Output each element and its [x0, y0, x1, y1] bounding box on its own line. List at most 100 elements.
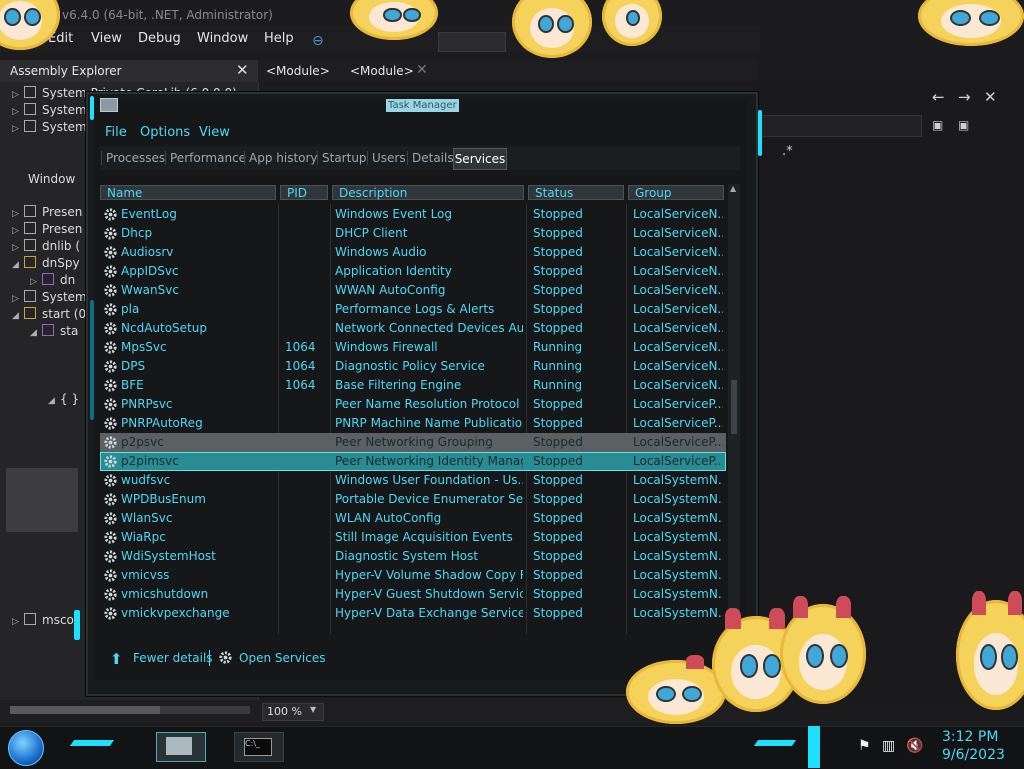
- column-header-group[interactable]: Group: [628, 185, 724, 200]
- open-services-link[interactable]: Open Services: [239, 651, 325, 665]
- tab-module-2[interactable]: <Module>: [350, 64, 414, 78]
- service-group: LocalServiceN...: [633, 378, 723, 392]
- table-row[interactable]: WlanSvc WLAN AutoConfig Stopped LocalSystem…: [100, 509, 726, 528]
- menu-debug[interactable]: Debug: [138, 31, 181, 46]
- start-orb-icon[interactable]: [8, 730, 44, 766]
- table-row[interactable]: Dhcp DHCP Client Stopped LocalServiceN...: [100, 224, 726, 243]
- service-description: Peer Networking Identity Manager: [335, 454, 523, 468]
- scroll-up-icon[interactable]: ▲: [730, 184, 736, 193]
- tree-item[interactable]: ▷ Presen: [12, 203, 82, 221]
- tree-item[interactable]: ▷ System: [12, 101, 87, 119]
- table-row[interactable]: Audiosrv Windows Audio Stopped LocalService…: [100, 243, 726, 262]
- service-gear-icon: [104, 474, 117, 487]
- service-group: LocalSystemN...: [633, 492, 723, 506]
- tree-item[interactable]: ▷ System: [12, 288, 87, 306]
- table-row[interactable]: PNRPAutoReg PNRP Machine Name Publicatio.…: [100, 414, 726, 433]
- table-row[interactable]: vmicshutdown Hyper-V Guest Shutdown Servi…: [100, 585, 726, 604]
- tree-item[interactable]: ▷ Presen: [12, 220, 82, 238]
- show-desktop-button[interactable]: [808, 726, 820, 768]
- computer-icon: [166, 737, 192, 755]
- tree-item[interactable]: ▷ System: [12, 118, 87, 136]
- services-table-header: Name PID Description Status Group: [100, 184, 726, 202]
- tab-processes[interactable]: Processes: [101, 151, 165, 165]
- match-case-icon[interactable]: ▣: [932, 118, 943, 132]
- flag-icon[interactable]: ⚑: [858, 738, 871, 754]
- table-row[interactable]: EventLog Windows Event Log Stopped LocalSer…: [100, 205, 726, 224]
- tree-item[interactable]: ◢{ }: [48, 390, 79, 408]
- tree-item[interactable]: ◢ dnSpy: [12, 254, 80, 272]
- tab-users[interactable]: Users: [367, 151, 406, 165]
- table-row[interactable]: WwanSvc WWAN AutoConfig Stopped LocalServic…: [100, 281, 726, 300]
- table-row[interactable]: AppIDSvc Application Identity Stopped Local…: [100, 262, 726, 281]
- regex-icon[interactable]: .*: [782, 144, 793, 159]
- arrow-right-icon[interactable]: →: [958, 88, 971, 106]
- table-row[interactable]: BFE 1064 Base Filtering Engine Running Local…: [100, 376, 726, 395]
- close-icon[interactable]: ✕: [236, 61, 249, 79]
- table-row[interactable]: PNRPsvc Peer Name Resolution Protocol Stop…: [100, 395, 726, 414]
- table-row[interactable]: WiaRpc Still Image Acquisition Events Stop…: [100, 528, 726, 547]
- table-row[interactable]: wudfsvc Windows User Foundation - Us... St…: [100, 471, 726, 490]
- search-field[interactable]: [760, 115, 922, 137]
- mascot-sticker: [626, 654, 726, 724]
- tm-menu-file[interactable]: File: [105, 125, 127, 140]
- tree-item[interactable]: ◢ start (0: [12, 305, 86, 323]
- tab-services[interactable]: Services: [453, 148, 507, 170]
- close-tab-icon[interactable]: ✕: [416, 62, 428, 78]
- service-description: Diagnostic Policy Service: [335, 359, 485, 373]
- table-row[interactable]: NcdAutoSetup Network Connected Devices Au…: [100, 319, 726, 338]
- tm-menu-options[interactable]: Options: [140, 125, 190, 140]
- task-manager-app-icon: [100, 98, 118, 112]
- assembly-icon: [24, 256, 36, 268]
- table-row[interactable]: p2psvc Peer Networking Grouping Stopped Loc…: [100, 433, 726, 452]
- table-row[interactable]: WPDBusEnum Portable Device Enumerator Ser…: [100, 490, 726, 509]
- menu-window[interactable]: Window: [197, 31, 248, 46]
- service-gear-icon: [104, 436, 117, 449]
- services-gear-icon[interactable]: [218, 650, 233, 665]
- service-status: Stopped: [533, 511, 583, 525]
- menu-view[interactable]: View: [91, 31, 122, 46]
- scrollbar-thumb[interactable]: [731, 380, 737, 434]
- scrollbar-thumb[interactable]: [10, 706, 160, 714]
- match-word-icon[interactable]: ▣: [958, 118, 969, 132]
- table-row[interactable]: pla Performance Logs & Alerts Stopped Local…: [100, 300, 726, 319]
- close-icon[interactable]: ✕: [984, 88, 997, 106]
- table-row[interactable]: MpsSvc 1064 Windows Firewall Running LocalSe…: [100, 338, 726, 357]
- dnspy-toolbar-combo[interactable]: [438, 32, 506, 52]
- service-name: WwanSvc: [121, 283, 179, 297]
- arrow-up-icon[interactable]: ⬆: [110, 650, 123, 668]
- table-row[interactable]: WdiSystemHost Diagnostic System Host Stopp…: [100, 547, 726, 566]
- tab-details[interactable]: Details: [407, 151, 454, 165]
- tab-performance[interactable]: Performance: [165, 151, 246, 165]
- tree-item[interactable]: ◢ sta: [30, 322, 78, 340]
- service-status: Stopped: [533, 264, 583, 278]
- menu-help[interactable]: Help: [264, 31, 294, 46]
- tree-item[interactable]: Window: [28, 170, 75, 188]
- service-pid: [285, 243, 325, 262]
- tree-item[interactable]: ▷ dn: [30, 271, 75, 289]
- volume-muted-icon[interactable]: 🔇: [906, 738, 923, 754]
- table-row[interactable]: vmickvpexchange Hyper-V Data Exchange Ser…: [100, 604, 726, 623]
- tab-startup[interactable]: Startup: [317, 151, 367, 165]
- chevron-down-icon[interactable]: ▼: [310, 705, 316, 714]
- tab-app-history[interactable]: App history: [244, 151, 318, 165]
- network-icon[interactable]: ▥: [882, 738, 895, 754]
- clock-time[interactable]: 3:12 PM: [942, 729, 998, 745]
- column-header-description[interactable]: Description: [332, 185, 524, 200]
- tree-item[interactable]: ▷ msco: [12, 611, 74, 629]
- tree-item[interactable]: ▷ dnlib (: [12, 237, 80, 255]
- column-header-name[interactable]: Name: [100, 185, 276, 200]
- mascot-sticker: [918, 0, 1024, 46]
- tm-menu-view[interactable]: View: [199, 125, 230, 140]
- service-gear-icon: [104, 588, 117, 601]
- column-header-pid[interactable]: PID: [280, 185, 328, 200]
- table-row[interactable]: vmicvss Hyper-V Volume Shadow Copy R... St…: [100, 566, 726, 585]
- column-header-status[interactable]: Status: [528, 185, 624, 200]
- navigate-back-icon[interactable]: ⊖: [312, 33, 324, 49]
- fewer-details-button[interactable]: Fewer details: [133, 651, 213, 665]
- table-row[interactable]: DPS 1064 Diagnostic Policy Service Running L…: [100, 357, 726, 376]
- arrow-left-icon[interactable]: ←: [932, 88, 945, 106]
- horizontal-scrollbar[interactable]: [10, 706, 250, 714]
- tab-module-1[interactable]: <Module>: [266, 64, 330, 78]
- table-row[interactable]: p2pimsvc Peer Networking Identity Manager…: [100, 452, 726, 471]
- clock-date[interactable]: 9/6/2023: [942, 747, 1005, 763]
